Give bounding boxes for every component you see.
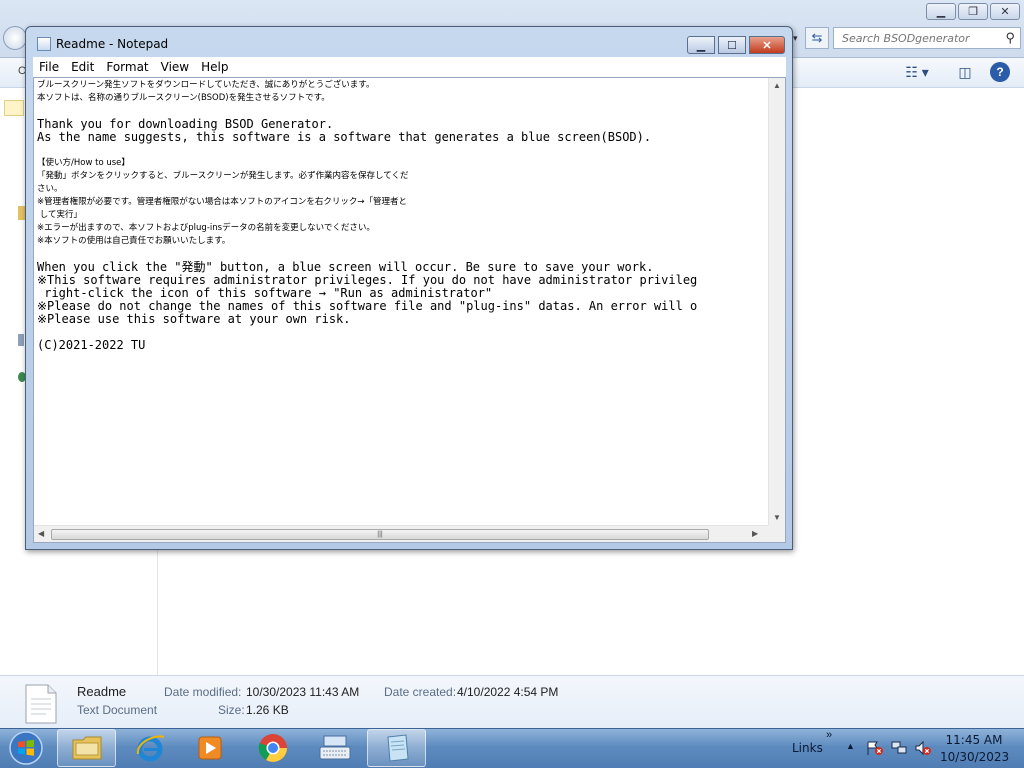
- volume-muted-icon: [915, 740, 931, 756]
- media-player-icon: [198, 736, 221, 760]
- view-options-icon[interactable]: ☷ ▾: [900, 62, 934, 82]
- text-line[interactable]: ブルースクリーン発生ソフトをダウンロードしていただき、誠にありがとうございます。: [37, 79, 767, 92]
- search-box[interactable]: ⚲: [833, 27, 1021, 49]
- show-hidden-icons-icon[interactable]: ▲: [846, 741, 855, 751]
- start-button[interactable]: [4, 730, 48, 766]
- explorer-restore-button[interactable]: ❐: [958, 3, 988, 20]
- text-line[interactable]: 「発動」ボタンをクリックすると、ブルースクリーンが発生します。必ず作業内容を保存…: [37, 170, 767, 183]
- network-icon: [891, 741, 907, 754]
- vertical-scrollbar[interactable]: ▲ ▼: [768, 78, 785, 525]
- preview-pane-icon[interactable]: ◫: [955, 62, 975, 82]
- horizontal-scroll-thumb[interactable]: |||: [51, 529, 709, 540]
- notepad-titlebar[interactable]: Readme - Notepad ▁ ☐ ✕: [26, 27, 792, 59]
- window-title: Readme - Notepad: [56, 37, 169, 51]
- taskbar-chrome[interactable]: [243, 729, 302, 767]
- explorer-minimize-button[interactable]: ▁: [926, 3, 956, 20]
- text-line[interactable]: 本ソフトは、名称の通りブルースクリーン(BSOD)を発生させるソフトです。: [37, 92, 767, 105]
- maximize-button[interactable]: ☐: [718, 36, 746, 54]
- text-line[interactable]: As the name suggests, this software is a…: [37, 131, 767, 144]
- scroll-up-icon[interactable]: ▲: [773, 81, 781, 90]
- clock-date[interactable]: 10/30/2023: [940, 750, 1009, 764]
- scroll-down-icon[interactable]: ▼: [773, 513, 781, 522]
- taskbar-internet-explorer[interactable]: [120, 729, 179, 767]
- menu-help[interactable]: Help: [195, 60, 234, 74]
- back-button[interactable]: [3, 26, 27, 50]
- notepad-icon: [386, 734, 409, 762]
- text-line[interactable]: して実行」: [37, 209, 767, 222]
- scroll-left-icon[interactable]: ◀: [38, 529, 44, 538]
- volume-tray-icon[interactable]: [914, 740, 932, 759]
- explorer-close-button[interactable]: ✕: [990, 3, 1020, 20]
- date-modified-label: Date modified:: [164, 685, 242, 699]
- network-tray-icon[interactable]: [890, 740, 908, 759]
- size-value: 1.26 KB: [246, 703, 289, 717]
- menu-file[interactable]: File: [33, 60, 65, 74]
- date-modified-value: 10/30/2023 11:43 AM: [246, 685, 360, 699]
- internet-explorer-icon: [136, 735, 164, 762]
- scroll-right-icon[interactable]: ▶: [752, 529, 758, 538]
- help-icon[interactable]: ?: [990, 62, 1010, 82]
- taskbar-virtual-keyboard[interactable]: [305, 729, 364, 767]
- action-center-icon[interactable]: [866, 740, 884, 759]
- file-name: Readme: [77, 684, 127, 699]
- chrome-icon: [258, 734, 287, 762]
- file-type: Text Document: [77, 703, 158, 717]
- taskbar-explorer[interactable]: [57, 729, 116, 767]
- menu-edit[interactable]: Edit: [65, 60, 100, 74]
- menu-bar: File Edit Format View Help: [33, 57, 786, 77]
- text-line[interactable]: (C)2021-2022 TU: [37, 339, 767, 352]
- taskbar-media-player[interactable]: [180, 729, 239, 767]
- text-line[interactable]: ※管理者権限が必要です。管理者権限がない場合は本ソフトのアイコンを右クリック→「…: [37, 196, 767, 209]
- editor-content[interactable]: ブルースクリーン発生ソフトをダウンロードしていただき、誠にありがとうございます。…: [37, 79, 767, 523]
- text-line[interactable]: [37, 326, 767, 339]
- drive-icon-fragment[interactable]: [18, 334, 24, 346]
- text-line[interactable]: さい。: [37, 183, 767, 196]
- text-line[interactable]: ※エラーが出ますので、本ソフトおよびplug-insデータの名前を変更しないでく…: [37, 222, 767, 235]
- taskbar-notepad[interactable]: [367, 729, 426, 767]
- address-dropdown-icon[interactable]: ▾: [793, 27, 803, 49]
- close-button[interactable]: ✕: [749, 36, 785, 54]
- text-line[interactable]: [37, 144, 767, 157]
- size-label: Size:: [218, 703, 245, 717]
- folder-icon: [72, 736, 101, 760]
- notepad-app-icon[interactable]: [37, 37, 51, 51]
- refresh-icon[interactable]: ⇆: [805, 27, 829, 49]
- clock-time[interactable]: 11:45 AM: [944, 733, 1004, 747]
- menu-view[interactable]: View: [155, 60, 195, 74]
- notepad-window[interactable]: Readme - Notepad ▁ ☐ ✕ File Edit Format …: [25, 26, 793, 550]
- date-created-label: Date created:: [384, 685, 457, 699]
- text-line[interactable]: 【使い方/How to use】: [37, 157, 767, 170]
- text-line[interactable]: ※本ソフトの使用は自己責任でお願いいたします。: [37, 235, 767, 248]
- horizontal-scrollbar[interactable]: ◀ ||| ▶: [34, 525, 768, 542]
- windows-logo-icon: [9, 731, 43, 765]
- menu-format[interactable]: Format: [100, 60, 154, 74]
- links-toolbar[interactable]: Links: [792, 741, 823, 755]
- favorites-folder-icon[interactable]: [4, 100, 24, 116]
- action-center-flag-icon: [867, 741, 883, 755]
- text-editor[interactable]: ブルースクリーン発生ソフトをダウンロードしていただき、誠にありがとうございます。…: [33, 77, 786, 543]
- text-line[interactable]: ※Please use this software at your own ri…: [37, 313, 767, 326]
- details-pane: Readme Text Document Date modified: 10/3…: [0, 675, 1024, 728]
- date-created-value: 4/10/2022 4:54 PM: [457, 685, 559, 699]
- search-input[interactable]: [842, 31, 1000, 45]
- keyboard-icon: [319, 735, 350, 760]
- minimize-button[interactable]: ▁: [687, 36, 715, 54]
- text-document-icon: [25, 684, 57, 724]
- search-icon[interactable]: ⚲: [1005, 30, 1015, 46]
- size-grip[interactable]: [768, 525, 785, 542]
- links-chevron-icon[interactable]: »: [826, 729, 832, 741]
